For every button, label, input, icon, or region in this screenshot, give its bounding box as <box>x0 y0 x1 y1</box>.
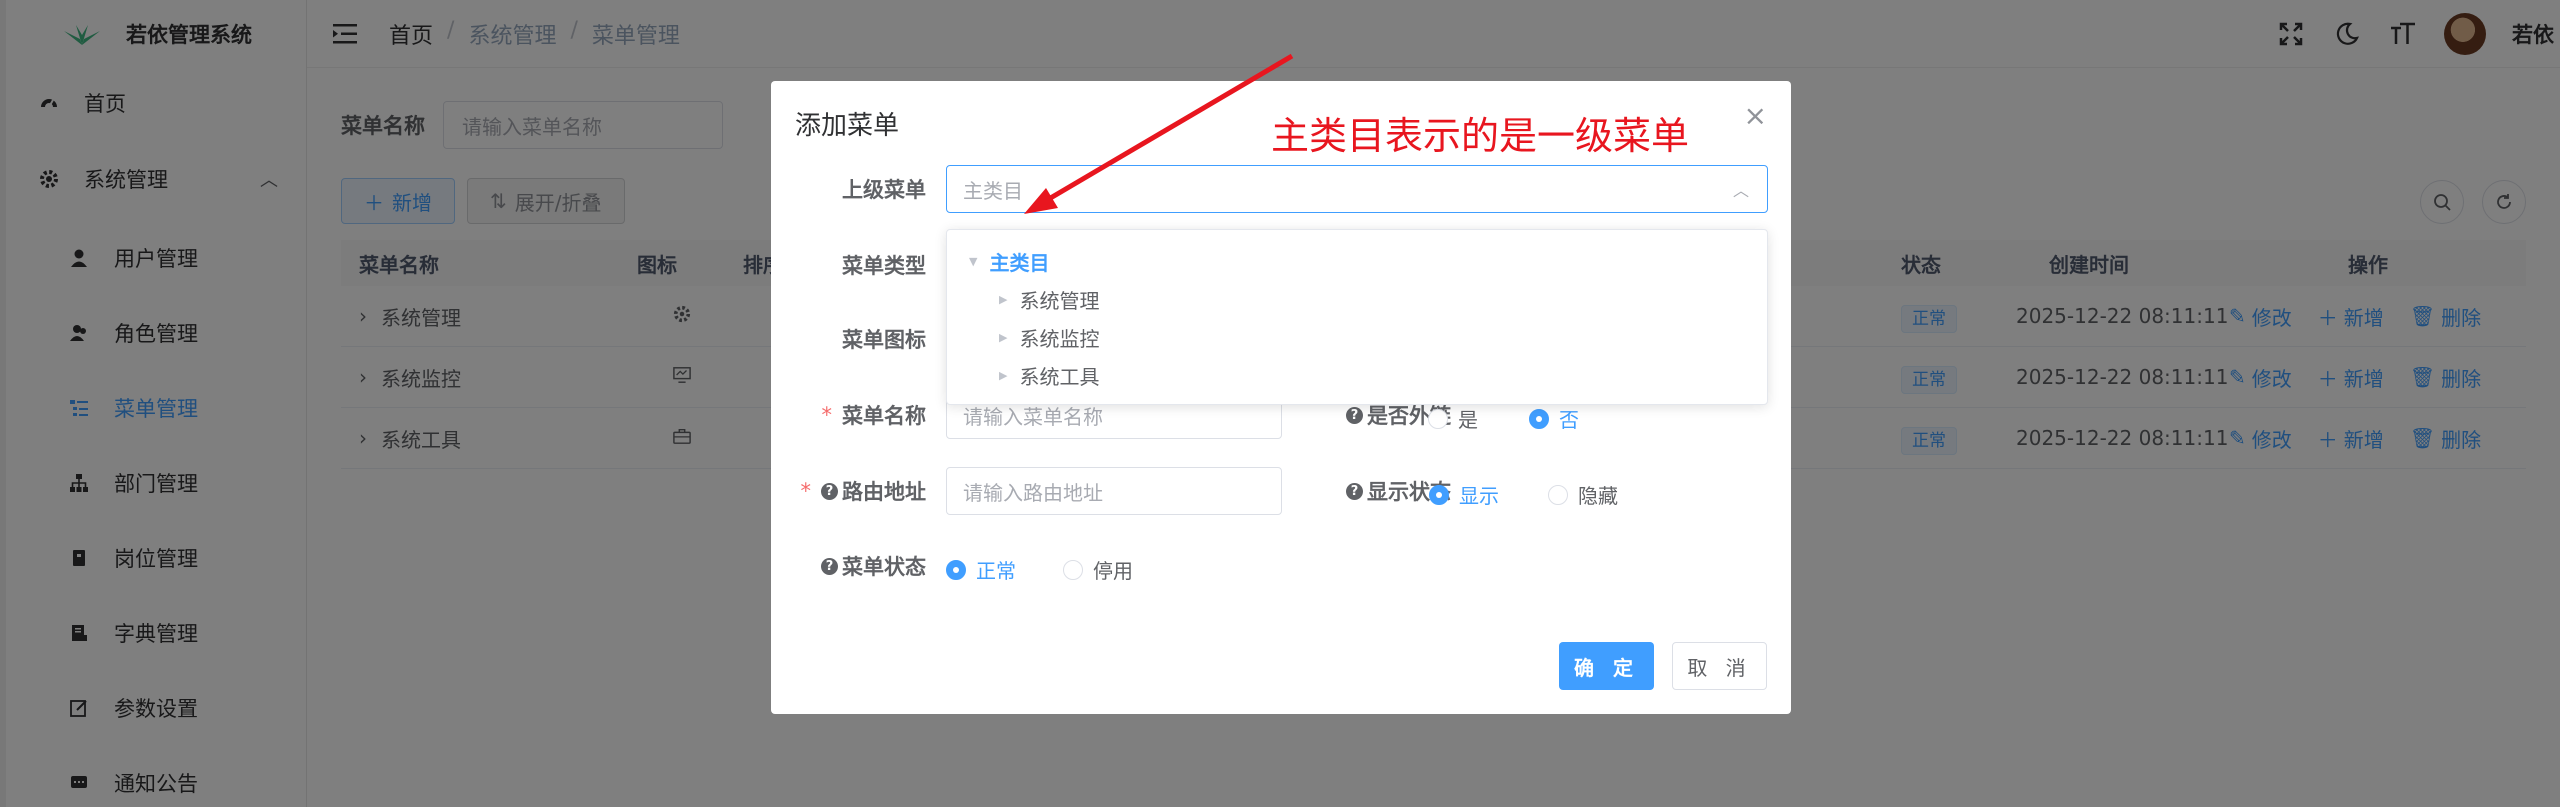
radio-label: 正常 <box>976 559 1016 583</box>
menu-icon-label: 菜单图标 <box>771 315 926 363</box>
radio-label: 显示 <box>1459 484 1499 508</box>
radio-label: 是 <box>1458 408 1478 432</box>
caret-down-icon[interactable]: ▼ <box>969 255 977 268</box>
annotation-text: 主类目表示的是一级菜单 <box>1271 114 1690 158</box>
path-input[interactable]: 请输入路由地址 <box>946 467 1282 515</box>
parent-menu-label: 上级菜单 <box>771 165 926 213</box>
tree-node-label: 系统监控 <box>1019 326 1100 351</box>
radio-circle <box>946 559 966 580</box>
chevron-up-icon: ︿ <box>1732 181 1749 200</box>
tree-node[interactable]: ▶ 系统监控 <box>947 318 1767 356</box>
status-normal-radio[interactable]: 正常 <box>946 555 1016 584</box>
confirm-button[interactable]: 确 定 <box>1559 642 1654 690</box>
close-icon[interactable]: × <box>1744 99 1767 132</box>
cancel-button[interactable]: 取 消 <box>1672 642 1767 690</box>
tree-node-label: 系统管理 <box>1019 288 1100 313</box>
path-placeholder: 请输入路由地址 <box>963 480 1103 505</box>
radio-label: 隐藏 <box>1578 484 1618 508</box>
radio-label: 否 <box>1559 408 1579 432</box>
visible-hide-radio[interactable]: 隐藏 <box>1548 480 1618 509</box>
tree-node[interactable]: ▶ 系统工具 <box>947 356 1767 394</box>
radio-circle <box>1548 484 1568 505</box>
parent-menu-select[interactable]: 主类目 ︿ <box>946 165 1768 213</box>
visible-show-radio[interactable]: 显示 <box>1429 480 1499 509</box>
parent-tree-dropdown: ▼ 主类目 ▶ 系统管理 ▶ 系统监控 ▶ 系统工具 <box>946 229 1768 405</box>
caret-right-icon[interactable]: ▶ <box>999 369 1007 382</box>
menu-icon-label-text: 菜单图标 <box>842 328 926 352</box>
is-frame-no-radio[interactable]: 否 <box>1529 404 1579 433</box>
radio-label: 停用 <box>1093 559 1133 583</box>
required-mark: * <box>821 403 833 427</box>
tree-node-label: 系统工具 <box>1019 364 1100 389</box>
caret-right-icon[interactable]: ▶ <box>999 331 1007 344</box>
tree-node[interactable]: ▶ 系统管理 <box>947 280 1767 318</box>
is-frame-yes-radio[interactable]: 是 <box>1428 404 1478 433</box>
path-label-text: 路由地址 <box>842 480 926 504</box>
caret-right-icon[interactable]: ▶ <box>999 293 1007 306</box>
path-label: * ? 路由地址 <box>771 467 927 515</box>
question-icon[interactable]: ? <box>1346 482 1363 500</box>
menu-type-label: 菜单类型 <box>771 241 926 289</box>
parent-select-placeholder: 主类目 <box>963 178 1023 203</box>
menu-name-label: * 菜单名称 <box>771 391 927 439</box>
tree-node-label: 主类目 <box>989 250 1050 275</box>
dialog-title: 添加菜单 <box>795 111 900 141</box>
parent-label-text: 上级菜单 <box>842 178 926 202</box>
question-icon[interactable]: ? <box>1346 406 1363 424</box>
status-disabled-radio[interactable]: 停用 <box>1063 555 1133 584</box>
question-icon[interactable]: ? <box>821 557 838 575</box>
required-mark: * <box>800 479 812 503</box>
status-label-text: 菜单状态 <box>842 555 926 579</box>
radio-circle <box>1529 408 1549 429</box>
radio-circle <box>1429 484 1449 505</box>
radio-circle <box>1428 408 1448 429</box>
question-icon[interactable]: ? <box>821 482 838 500</box>
status-label: ? 菜单状态 <box>771 542 926 590</box>
add-menu-dialog: 添加菜单 × 主类目表示的是一级菜单 上级菜单 主类目 ︿ ▼ 主类目 ▶ 系统… <box>771 81 1791 714</box>
menu-type-label-text: 菜单类型 <box>842 254 926 278</box>
radio-circle <box>1063 559 1083 580</box>
menu-name-label-text: 菜单名称 <box>842 404 926 428</box>
tree-node-root[interactable]: ▼ 主类目 <box>947 242 1767 280</box>
